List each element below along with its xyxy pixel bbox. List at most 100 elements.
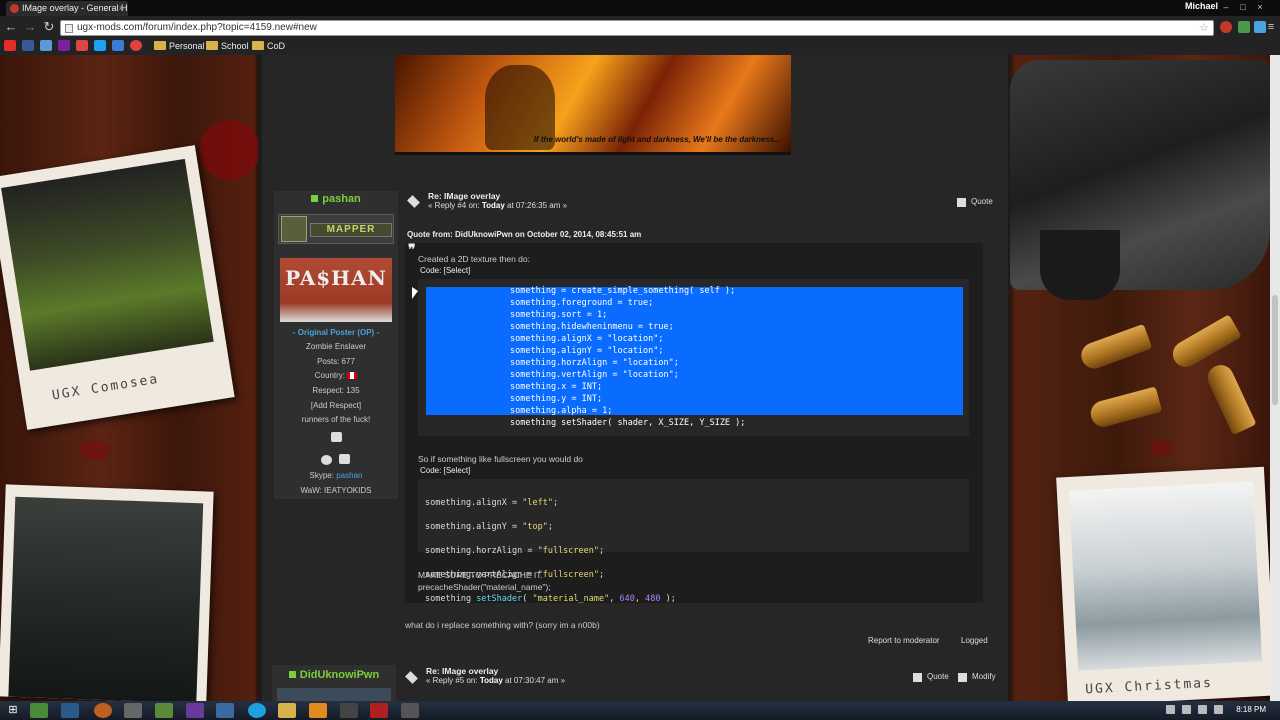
profile-icon[interactable]	[321, 455, 332, 465]
back-icon[interactable]: ←	[3, 19, 19, 35]
profile-name[interactable]: Michael	[1185, 1, 1218, 11]
code-line: something.x = INT;	[510, 382, 603, 392]
bookmark-star-icon[interactable]: ☆	[1199, 21, 1209, 35]
quote-header[interactable]: Quote from: DidUknowiPwn on October 02, …	[407, 230, 641, 239]
taskbar-app-icon[interactable]	[155, 703, 173, 718]
close-window-icon[interactable]: ×	[1253, 1, 1267, 13]
code-select-link[interactable]: [Select]	[444, 466, 471, 475]
address-bar[interactable]: ugx-mods.com/forum/index.php?topic=4159.…	[60, 20, 1214, 36]
code-line: something.foreground = true;	[510, 298, 654, 308]
code-line: something.vertAlign = "location";	[510, 370, 679, 380]
country-row: Country:	[274, 371, 398, 380]
maximize-icon[interactable]: □	[1236, 1, 1250, 13]
bookmark-icon[interactable]	[76, 40, 88, 51]
quote-mark-icon: ❞	[408, 241, 416, 257]
twitter-bookmark-icon[interactable]	[94, 40, 106, 51]
quote-text: So if something like fullscreen you woul…	[418, 454, 583, 464]
code-line: something setShader( shader, X_SIZE, Y_S…	[510, 418, 746, 428]
extension-icon[interactable]	[1238, 21, 1250, 33]
polaroid-image	[1068, 481, 1263, 671]
respect-count: Respect: 135	[312, 386, 360, 395]
skype-link[interactable]: pashan	[336, 471, 362, 480]
close-tab-icon[interactable]: ×	[119, 1, 124, 16]
network-icon[interactable]	[1198, 705, 1207, 714]
blood-splatter	[200, 120, 260, 180]
bookmark-folder-personal[interactable]: Personal	[154, 39, 205, 53]
youtube-bookmark-icon[interactable]	[4, 40, 16, 51]
code-line: something.alignX = "location";	[510, 334, 664, 344]
bookmark-folder-school[interactable]: School	[206, 39, 249, 53]
menu-icon[interactable]: ≡	[1263, 19, 1279, 35]
polaroid-caption: UGX Christmas	[1084, 675, 1214, 698]
quote-icon	[913, 673, 922, 682]
quote-text: MAKE SURE TO PRECACHE IT.	[418, 570, 543, 580]
online-status-icon	[288, 671, 296, 678]
folder-icon	[206, 41, 218, 50]
bookmark-icon[interactable]	[112, 40, 124, 51]
forward-icon[interactable]: →	[22, 19, 38, 35]
page-icon	[65, 24, 73, 33]
reload-icon[interactable]: ↻	[41, 19, 57, 35]
browser-tab[interactable]: IMage overlay - General H ×	[6, 1, 128, 16]
modify-button[interactable]: Modify	[958, 672, 996, 682]
steam-taskbar-icon[interactable]	[61, 703, 79, 718]
facebook-bookmark-icon[interactable]	[22, 40, 34, 51]
post-meta: « Reply #4 on: Today at 07:26:35 am »	[428, 201, 568, 210]
code-lines[interactable]: something.alignX = "left"; something.ali…	[425, 485, 676, 617]
visual-studio-taskbar-icon[interactable]	[186, 703, 204, 718]
waw-id: WaW: IEATYOKIDS	[300, 486, 372, 495]
poster-username[interactable]: DidUknowiPwn	[272, 669, 396, 681]
code-select-link[interactable]: [Select]	[444, 266, 471, 275]
pistol-grip	[1040, 230, 1120, 300]
taskbar-app-icon[interactable]	[401, 703, 419, 718]
extension-adblock-icon[interactable]	[1220, 21, 1232, 33]
start-icon[interactable]: ⊞	[4, 703, 22, 718]
taskbar-app-icon[interactable]	[216, 703, 234, 718]
scrollbar[interactable]	[1270, 55, 1280, 701]
bookmark-folder-cod[interactable]: CoD	[252, 39, 285, 53]
quote-text: Created a 2D texture then do:	[418, 254, 530, 264]
code-line: something.alignY = "top";	[425, 522, 553, 532]
bookmark-icon[interactable]	[40, 40, 52, 51]
code-label: Code: [Select]	[420, 266, 471, 275]
tray-icon[interactable]	[1182, 705, 1191, 714]
minimize-icon[interactable]: –	[1219, 1, 1233, 13]
yahoo-bookmark-icon[interactable]	[58, 40, 70, 51]
skype-taskbar-icon[interactable]	[248, 703, 266, 718]
polaroid-photo: UGX Comosea	[0, 145, 235, 430]
explorer-taskbar-icon[interactable]	[278, 703, 296, 718]
volume-icon[interactable]	[1214, 705, 1223, 714]
tray-icon[interactable]	[1166, 705, 1175, 714]
post-subject[interactable]: Re: IMage overlay	[428, 191, 500, 201]
post-subject[interactable]: Re: IMage overlay	[426, 666, 498, 676]
window-titlebar	[0, 0, 1280, 16]
taskbar-app-icon[interactable]	[94, 703, 112, 718]
poster-username[interactable]: pashan	[274, 193, 398, 205]
personal-text: runners of the fuck!	[301, 415, 371, 424]
taskbar-app-icon[interactable]	[340, 703, 358, 718]
taskbar-app-icon[interactable]	[370, 703, 388, 718]
logged-label: Logged	[961, 636, 988, 645]
code-lines[interactable]: something = create_simple_something( sel…	[510, 285, 745, 429]
polaroid-photo	[0, 484, 214, 704]
quote-button[interactable]: Quote	[913, 672, 949, 682]
scrollbar-thumb[interactable]	[1272, 295, 1278, 405]
signature-banner: If the world's made of light and darknes…	[395, 55, 791, 155]
code-line: something setShader( "material_name", 64…	[425, 594, 676, 604]
rank-shield-icon	[281, 216, 307, 242]
post-body-text: what do i replace something with? (sorry…	[405, 620, 600, 630]
add-respect-link[interactable]: [Add Respect]	[274, 401, 398, 410]
report-to-moderator-link[interactable]: Report to moderator	[868, 636, 940, 645]
rank-badge: MAPPER	[278, 214, 394, 244]
site-favicon-icon	[10, 4, 19, 13]
quote-icon	[957, 198, 966, 207]
taskbar-clock[interactable]: 8:18 PM	[1236, 705, 1266, 714]
bookmark-icon[interactable]	[130, 40, 142, 51]
vlc-taskbar-icon[interactable]	[309, 703, 327, 718]
taskbar-app-icon[interactable]	[124, 703, 142, 718]
quote-button[interactable]: Quote	[957, 197, 993, 207]
chrome-taskbar-icon[interactable]	[30, 703, 48, 718]
message-icon[interactable]	[339, 454, 350, 464]
modify-icon	[958, 673, 967, 682]
skype-row: Skype: pashan	[309, 471, 363, 480]
